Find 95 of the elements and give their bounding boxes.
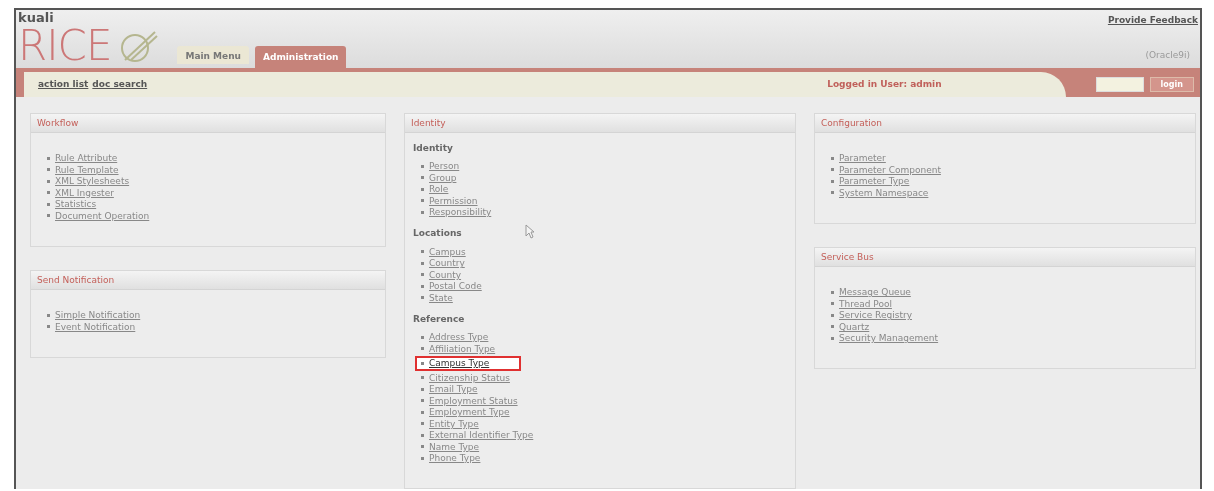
- bullet-icon: [47, 179, 50, 183]
- bullet-icon: [421, 376, 424, 380]
- menu-link[interactable]: Rule Attribute: [55, 153, 118, 164]
- bullet-icon: [831, 168, 834, 172]
- login-input[interactable]: [1095, 76, 1144, 92]
- bullet-icon: [421, 422, 424, 426]
- menu-link[interactable]: Service Registry: [839, 310, 912, 321]
- menu-link[interactable]: Responsibility: [429, 207, 492, 218]
- bullet-icon: [421, 399, 424, 403]
- panel-title: Send Notification: [31, 270, 385, 290]
- menu-link[interactable]: Message Queue: [839, 287, 911, 298]
- menu-link[interactable]: Address Type: [429, 332, 489, 343]
- bullet-icon: [421, 296, 424, 300]
- bullet-icon: [421, 284, 424, 288]
- bullet-icon: [421, 387, 424, 391]
- bullet-icon: [831, 336, 834, 340]
- database-label: (Oracle9i): [1145, 49, 1190, 60]
- menu-link[interactable]: XML Stylesheets: [55, 176, 130, 187]
- menu-link[interactable]: Parameter Type: [839, 176, 910, 187]
- menu-link[interactable]: Role: [429, 184, 449, 195]
- mouse-pointer-icon: [525, 223, 535, 240]
- menu-link[interactable]: Group: [429, 172, 457, 183]
- menu-link[interactable]: County: [429, 269, 462, 280]
- bullet-icon: [47, 168, 50, 172]
- menu-link[interactable]: XML Ingester: [55, 187, 114, 198]
- bullet-icon: [421, 445, 424, 449]
- menu-link[interactable]: Rule Template: [55, 164, 119, 175]
- menu-link[interactable]: Statistics: [55, 199, 97, 210]
- bullet-icon: [421, 176, 424, 180]
- logged-in-text: Logged in User: admin: [827, 79, 942, 90]
- menu-link[interactable]: External Identifier Type: [429, 430, 534, 441]
- menu-link[interactable]: Person: [429, 161, 460, 172]
- menu-link[interactable]: Name Type: [429, 441, 480, 452]
- bullet-icon: [421, 261, 424, 265]
- menu-link[interactable]: Postal Code: [429, 281, 482, 292]
- panel-title: Service Bus: [815, 247, 1195, 267]
- bullet-icon: [831, 191, 834, 195]
- menu-link[interactable]: Security Management: [839, 333, 939, 344]
- menu-link[interactable]: Quartz: [839, 321, 870, 332]
- bullet-icon: [421, 361, 424, 365]
- bullet-icon: [421, 187, 424, 191]
- menu-link[interactable]: Employment Status: [429, 395, 518, 406]
- panel-title: Identity: [405, 113, 795, 133]
- bullet-icon: [421, 164, 424, 168]
- nav-link[interactable]: action list: [38, 79, 89, 90]
- tab[interactable]: Main Menu: [177, 45, 249, 64]
- logo-text: RICE: [18, 23, 112, 68]
- bullet-icon: [421, 250, 424, 254]
- nav-link[interactable]: doc search: [92, 79, 148, 90]
- bullet-icon: [421, 456, 424, 460]
- group-heading: Reference: [413, 313, 465, 324]
- bullet-icon: [831, 313, 834, 317]
- panel-title: Configuration: [815, 113, 1195, 133]
- menu-link[interactable]: Employment Type: [429, 407, 510, 418]
- bullet-icon: [421, 210, 424, 214]
- bullet-icon: [47, 191, 50, 195]
- bullet-icon: [47, 156, 50, 160]
- menu-link[interactable]: State: [429, 292, 453, 303]
- bullet-icon: [831, 179, 834, 183]
- menu-link[interactable]: Entity Type: [429, 418, 479, 429]
- bullet-icon: [831, 290, 834, 294]
- bullet-icon: [47, 202, 50, 206]
- bullet-icon: [47, 313, 50, 317]
- login-button[interactable]: login: [1149, 76, 1194, 92]
- group-heading: Identity: [413, 142, 453, 153]
- menu-link[interactable]: Affiliation Type: [429, 343, 496, 354]
- menu-link[interactable]: Phone Type: [429, 453, 481, 464]
- menu-link[interactable]: Document Operation: [55, 210, 150, 221]
- logo-text: kuali: [18, 10, 55, 24]
- bullet-icon: [421, 433, 424, 437]
- bullet-icon: [421, 273, 424, 277]
- menu-link[interactable]: Event Notification: [55, 321, 136, 332]
- bullet-icon: [831, 156, 834, 160]
- menu-link[interactable]: Email Type: [429, 384, 478, 395]
- menu-link[interactable]: Simple Notification: [55, 310, 141, 321]
- bullet-icon: [831, 325, 834, 329]
- menu-link[interactable]: Citizenship Status: [429, 372, 510, 383]
- menu-link[interactable]: Country: [429, 258, 465, 269]
- menu-link[interactable]: Parameter Component: [839, 164, 941, 175]
- feedback-link[interactable]: Provide Feedback: [1107, 15, 1198, 25]
- bullet-icon: [421, 199, 424, 203]
- group-heading: Locations: [413, 228, 462, 238]
- bullet-icon: [47, 325, 50, 329]
- menu-link[interactable]: Thread Pool: [839, 298, 892, 309]
- menu-link[interactable]: Campus: [429, 246, 466, 257]
- bullet-icon: [47, 214, 50, 218]
- bullet-icon: [421, 347, 424, 351]
- bullet-icon: [421, 335, 424, 339]
- tab[interactable]: Administration: [254, 45, 347, 68]
- menu-link[interactable]: Permission: [429, 195, 478, 206]
- menu-link[interactable]: Parameter: [839, 153, 886, 164]
- menu-link[interactable]: System Namespace: [839, 187, 929, 198]
- bullet-icon: [421, 410, 424, 414]
- bullet-icon: [831, 302, 834, 306]
- panel-title: Workflow: [31, 113, 385, 133]
